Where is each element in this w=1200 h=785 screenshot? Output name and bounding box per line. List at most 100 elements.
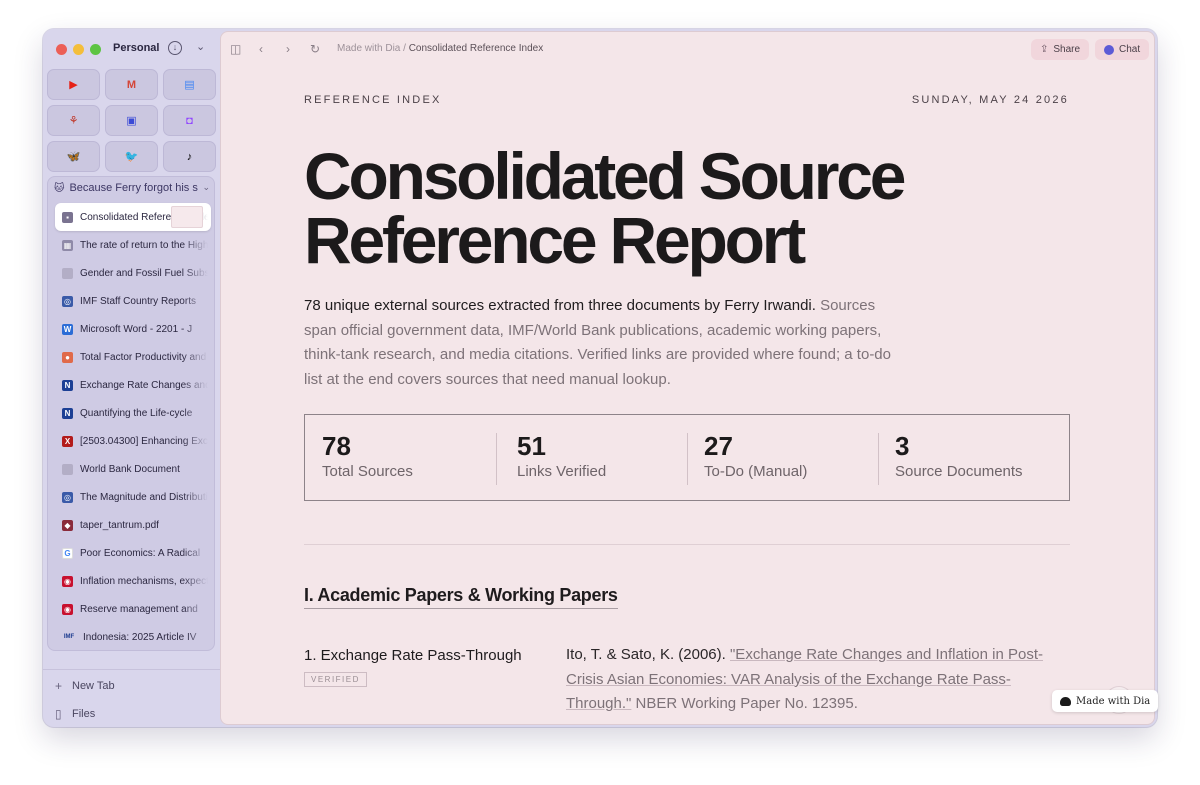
sidebar-tab[interactable]: ◉ Reserve management and xyxy=(55,595,211,623)
favorite-tile[interactable]: M xyxy=(105,69,158,100)
sidebar-tab-label: World Bank Document xyxy=(80,463,180,475)
favorite-tile[interactable]: ◘ xyxy=(163,105,216,136)
sidebar-tab[interactable]: ◎ IMF Staff Country Reports xyxy=(55,287,211,315)
pin-icon: ● xyxy=(62,351,73,363)
profile-name[interactable]: Personal xyxy=(113,42,159,54)
google-docs-icon: ▤ xyxy=(184,79,195,91)
cat-emoji-icon: 🐱 xyxy=(54,182,65,194)
stat-value: 27 xyxy=(704,431,733,461)
chat-button[interactable]: Chat xyxy=(1095,39,1150,60)
entry-title: 1. Exchange Rate Pass-Through xyxy=(304,647,522,664)
window-controls xyxy=(56,44,101,55)
sidebar-tab[interactable]: World Bank Document xyxy=(55,455,211,483)
download-icon[interactable]: ↓ xyxy=(168,41,182,55)
sidebar-tab-label: The Magnitude and Distribution xyxy=(80,491,208,503)
chat-bubble-icon xyxy=(1104,44,1114,55)
stat-value: 3 xyxy=(895,431,910,461)
tab-group: 🐱 Because Ferry forgot his s ⌄ ▪ Consolid… xyxy=(47,176,215,651)
sidebar-tab-label: Indonesia: 2025 Article IV xyxy=(83,631,197,643)
sidebar-tab[interactable]: Gender and Fossil Fuel Subsidies xyxy=(55,259,211,287)
minimize-window-button[interactable] xyxy=(73,44,84,55)
sidebar-tab[interactable]: ◉ Inflation mechanisms, expectations xyxy=(55,567,211,595)
citation-authors: Ito, T. & Sato, K. (2006). xyxy=(566,646,726,663)
intro-paragraph: 78 unique external sources extracted fro… xyxy=(304,294,904,392)
made-with-dia-label: Made with Dia xyxy=(1076,695,1151,707)
grid-icon: ▦ xyxy=(62,239,73,251)
breadcrumb-parent[interactable]: Made with Dia xyxy=(337,43,400,54)
imf-icon: ◎ xyxy=(62,295,73,307)
stat-card: 27 To-Do (Manual) xyxy=(687,415,878,500)
stats-panel: 78 Total Sources 51 Links Verified 27 To-Do (… xyxy=(304,414,1070,501)
breadcrumb-current: Consolidated Reference Index xyxy=(408,43,544,54)
sidebar-tab[interactable]: N Quantifying the Life-cycle xyxy=(55,399,211,427)
sidebar-tab[interactable]: X [2503.04300] Enhancing Exchange xyxy=(55,427,211,455)
favorites-grid: ▶ M ▤ ⚘ ▣ ◘ 🦋 🐦 ♪ xyxy=(47,69,216,172)
chevron-down-icon[interactable]: ⌄ xyxy=(196,40,205,53)
plus-icon: + xyxy=(55,679,63,693)
sidebar-toggle-icon[interactable]: ◫ xyxy=(230,42,241,56)
sidebar-tab[interactable]: G Poor Economics: A Radical xyxy=(55,539,211,567)
document-icon: ▪ xyxy=(62,211,73,223)
sidebar-tab-label: Inflation mechanisms, expectations xyxy=(80,575,208,587)
chevron-down-icon[interactable]: ⌄ xyxy=(200,182,210,193)
reload-icon[interactable]: ↻ xyxy=(310,42,320,56)
sidebar-tab-label: The rate of return to the High xyxy=(80,239,208,251)
stat-card: 3 Source Documents xyxy=(878,415,1069,500)
sidebar-tab[interactable]: ◎ The Magnitude and Distribution xyxy=(55,483,211,511)
stat-card: 78 Total Sources xyxy=(305,415,496,500)
sidebar-tab-label: taper_tantrum.pdf xyxy=(80,519,159,531)
zoom-window-button[interactable] xyxy=(90,44,101,55)
share-button[interactable]: ⇪ Share xyxy=(1031,39,1090,60)
sidebar-tab[interactable]: ◆ taper_tantrum.pdf xyxy=(55,511,211,539)
sidebar-tab[interactable]: ● Total Factor Productivity and xyxy=(55,343,211,371)
stat-label: Source Documents xyxy=(895,463,1023,480)
sidebar-tab-label: Quantifying the Life-cycle xyxy=(80,407,193,419)
tab-preview-thumbnail xyxy=(171,206,203,228)
tab-group-header[interactable]: 🐱 Because Ferry forgot his s ⌄ xyxy=(54,182,210,194)
imf-icon: ◎ xyxy=(62,491,73,503)
imf-logo-icon: IMF xyxy=(63,634,75,640)
arxiv-icon: X xyxy=(62,435,73,447)
favorite-tile[interactable]: ⚘ xyxy=(47,105,100,136)
stat-label: Links Verified xyxy=(517,463,607,480)
sidebar-tab[interactable]: N Exchange Rate Changes and xyxy=(55,371,211,399)
favorite-tile[interactable]: ▶ xyxy=(47,69,100,100)
sidebar: Personal ↓ ⌄ ▶ M ▤ ⚘ ▣ ◘ 🦋 🐦 ♪ 🐱 Because Ferry f… xyxy=(43,29,220,727)
youtube-icon: ▶ xyxy=(69,79,78,91)
verified-badge: VERIFIED xyxy=(304,672,367,687)
sidebar-tab[interactable]: ▦ The rate of return to the High xyxy=(55,231,211,259)
share-label: Share xyxy=(1053,44,1081,55)
doc-kicker: REFERENCE INDEX xyxy=(304,94,442,106)
tab-group-label: Because Ferry forgot his s xyxy=(69,182,198,194)
favorite-tile[interactable]: ▤ xyxy=(163,69,216,100)
twitter-icon: 🐦 xyxy=(124,151,139,163)
entry-citation: Ito, T. & Sato, K. (2006). "Exchange Rat… xyxy=(566,643,1066,717)
sidebar-tab-label: Reserve management and xyxy=(80,603,198,615)
bluesky-icon: 🦋 xyxy=(66,151,81,163)
bis-icon: ◉ xyxy=(62,575,73,587)
favorite-tile[interactable]: 🐦 xyxy=(105,141,158,172)
made-with-dia-badge[interactable]: Made with Dia xyxy=(1052,690,1159,712)
favorite-tile[interactable]: 🦋 xyxy=(47,141,100,172)
files-button[interactable]: ▯ Files xyxy=(55,707,95,721)
sidebar-tab-label: Exchange Rate Changes and xyxy=(80,379,208,391)
stat-label: To-Do (Manual) xyxy=(704,463,808,480)
breadcrumb[interactable]: Made with Dia / Consolidated Reference I… xyxy=(337,43,543,54)
stat-label: Total Sources xyxy=(322,463,413,480)
share-icon: ⇪ xyxy=(1040,44,1049,55)
forward-icon[interactable]: › xyxy=(286,42,290,56)
sidebar-tab[interactable]: IMF Indonesia: 2025 Article IV xyxy=(55,623,211,651)
stat-value: 51 xyxy=(517,431,546,461)
blank-page-icon xyxy=(62,267,73,279)
sidebar-tab[interactable]: W Microsoft Word - 2201 - J xyxy=(55,315,211,343)
favorite-tile[interactable]: ♪ xyxy=(163,141,216,172)
new-tab-button[interactable]: + New Tab xyxy=(55,679,115,693)
nber-icon: N xyxy=(62,407,73,419)
chat-label: Chat xyxy=(1119,44,1141,55)
favorite-tile[interactable]: ▣ xyxy=(105,105,158,136)
back-icon[interactable]: ‹ xyxy=(259,42,263,56)
citation-source: NBER Working Paper No. 12395. xyxy=(631,695,858,712)
sidebar-tab[interactable]: ▪ Consolidated Reference Index xyxy=(55,203,211,231)
close-window-button[interactable] xyxy=(56,44,67,55)
word-icon: W xyxy=(62,323,73,335)
